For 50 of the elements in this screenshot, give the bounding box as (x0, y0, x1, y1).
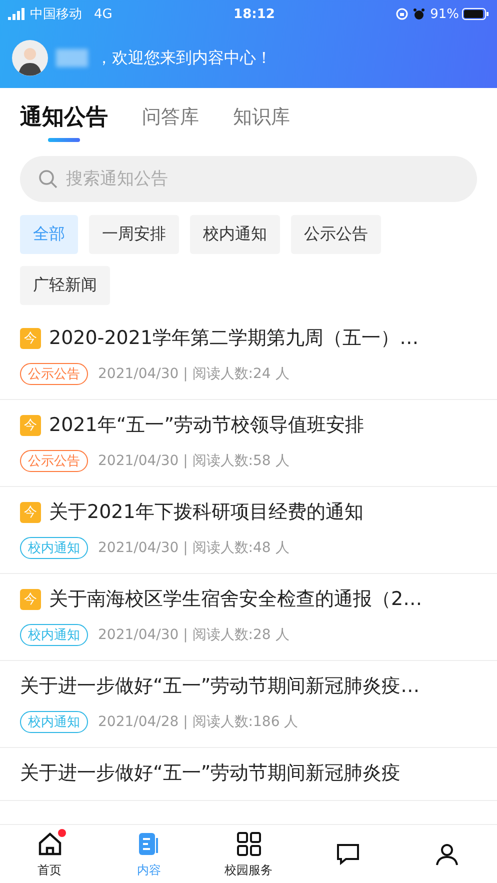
notice-title: 关于2021年下拨科研项目经费的通知 (49, 500, 364, 525)
search-icon (38, 169, 58, 189)
today-badge: 今 (20, 502, 41, 522)
tab[interactable]: 知识库 (233, 102, 290, 144)
clock-time: 18:12 (234, 6, 275, 22)
today-badge: 今 (20, 414, 41, 436)
notice-item[interactable]: 关于进一步做好“五一”劳动节期间新冠肺炎疫… 校内通知 2021/04/28 | 阅读人数:186 人 (0, 661, 497, 748)
notice-item[interactable]: 今 2021年“五一”劳动节校领导值班安排 公示公告 2021/04/30 | 阅读人数:58 人 (0, 400, 497, 487)
tab[interactable]: 通知公告 (20, 102, 108, 144)
category-tag: 公示公告 (20, 450, 88, 472)
alarm-icon (413, 8, 426, 20)
rotation-lock-icon (396, 8, 408, 20)
today-badge: 今 (20, 588, 41, 610)
notice-meta: 2021/04/30 | 阅读人数:24 人 (98, 365, 290, 383)
notice-item[interactable]: 今 关于2021年下拨科研项目经费的通知 校内通知 2021/04/30 | 阅读人数:48 人 (0, 487, 497, 574)
filter-chip[interactable]: 一周安排 (89, 215, 179, 254)
battery-percent: 91% (430, 6, 459, 22)
notice-meta: 2021/04/30 | 阅读人数:58 人 (98, 452, 290, 470)
category-tag: 校内通知 (20, 711, 88, 733)
category-tag: 校内通知 (20, 624, 88, 646)
filter-chip[interactable]: 广轻新闻 (20, 266, 110, 305)
nav-tab[interactable]: 首页 (0, 825, 100, 883)
notice-title: 2020-2021学年第二学期第九周（五一）… (49, 326, 419, 351)
tab[interactable]: 问答库 (142, 102, 199, 144)
nav-tab[interactable]: 校园服务 (198, 825, 298, 883)
filter-chip[interactable]: 校内通知 (190, 215, 280, 254)
avatar (12, 40, 48, 76)
notice-meta: 2021/04/30 | 阅读人数:28 人 (98, 626, 290, 644)
blurred-name (56, 49, 88, 67)
welcome-message: ，欢迎您来到内容中心！ (96, 48, 272, 68)
today-badge: 今 (20, 328, 41, 348)
search-field[interactable]: 搜索通知公告 (20, 156, 477, 202)
notice-item[interactable]: 关于进一步做好“五一”劳动节期间新冠肺炎疫 (0, 748, 497, 801)
notice-meta: 2021/04/30 | 阅读人数:48 人 (98, 539, 290, 557)
signal-icon (8, 8, 26, 20)
notice-title: 关于进一步做好“五一”劳动节期间新冠肺炎疫… (20, 674, 420, 699)
notice-item[interactable]: 今 关于南海校区学生宿舍安全检查的通报（2… 校内通知 2021/04/30 | 阅读人数:28 人 (0, 574, 497, 661)
category-tag: 公示公告 (20, 363, 88, 385)
notice-item[interactable]: 今 2020-2021学年第二学期第九周（五一）… 公示公告 2021/04/30 | 阅读人数:24 人 (0, 313, 497, 400)
notification-dot (58, 829, 66, 837)
notice-title: 2021年“五一”劳动节校领导值班安排 (49, 413, 364, 438)
grid-icon (234, 830, 263, 858)
battery-icon (462, 8, 489, 20)
carrier-name: 中国移动 (30, 6, 82, 23)
network-type: 4G (94, 6, 112, 22)
notice-meta: 2021/04/28 | 阅读人数:186 人 (98, 713, 298, 731)
filter-chip[interactable]: 公示公告 (291, 215, 381, 254)
notice-title: 关于南海校区学生宿舍安全检查的通报（2… (49, 587, 422, 612)
category-tag: 校内通知 (20, 537, 88, 559)
notice-title: 关于进一步做好“五一”劳动节期间新冠肺炎疫 (20, 761, 401, 786)
